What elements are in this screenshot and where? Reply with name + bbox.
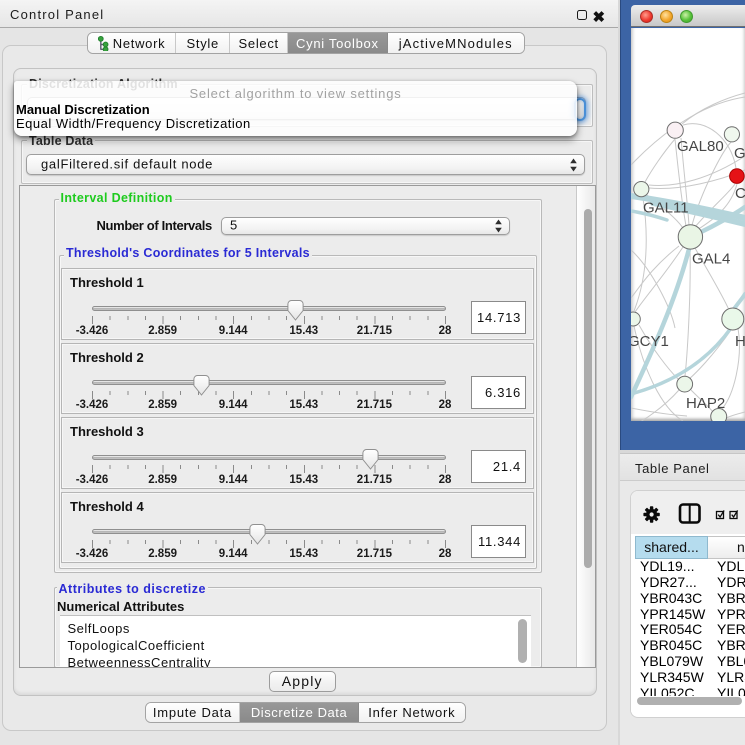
svg-text:C: C <box>735 185 745 202</box>
svg-text:GA: GA <box>734 145 745 162</box>
svg-text:GAL11: GAL11 <box>643 200 689 217</box>
svg-text:HAP2: HAP2 <box>686 395 725 412</box>
svg-text:GAL4: GAL4 <box>692 251 730 268</box>
svg-text:H: H <box>735 333 745 350</box>
svg-text:GCY1: GCY1 <box>631 333 669 350</box>
svg-text:GAL80: GAL80 <box>677 138 724 155</box>
